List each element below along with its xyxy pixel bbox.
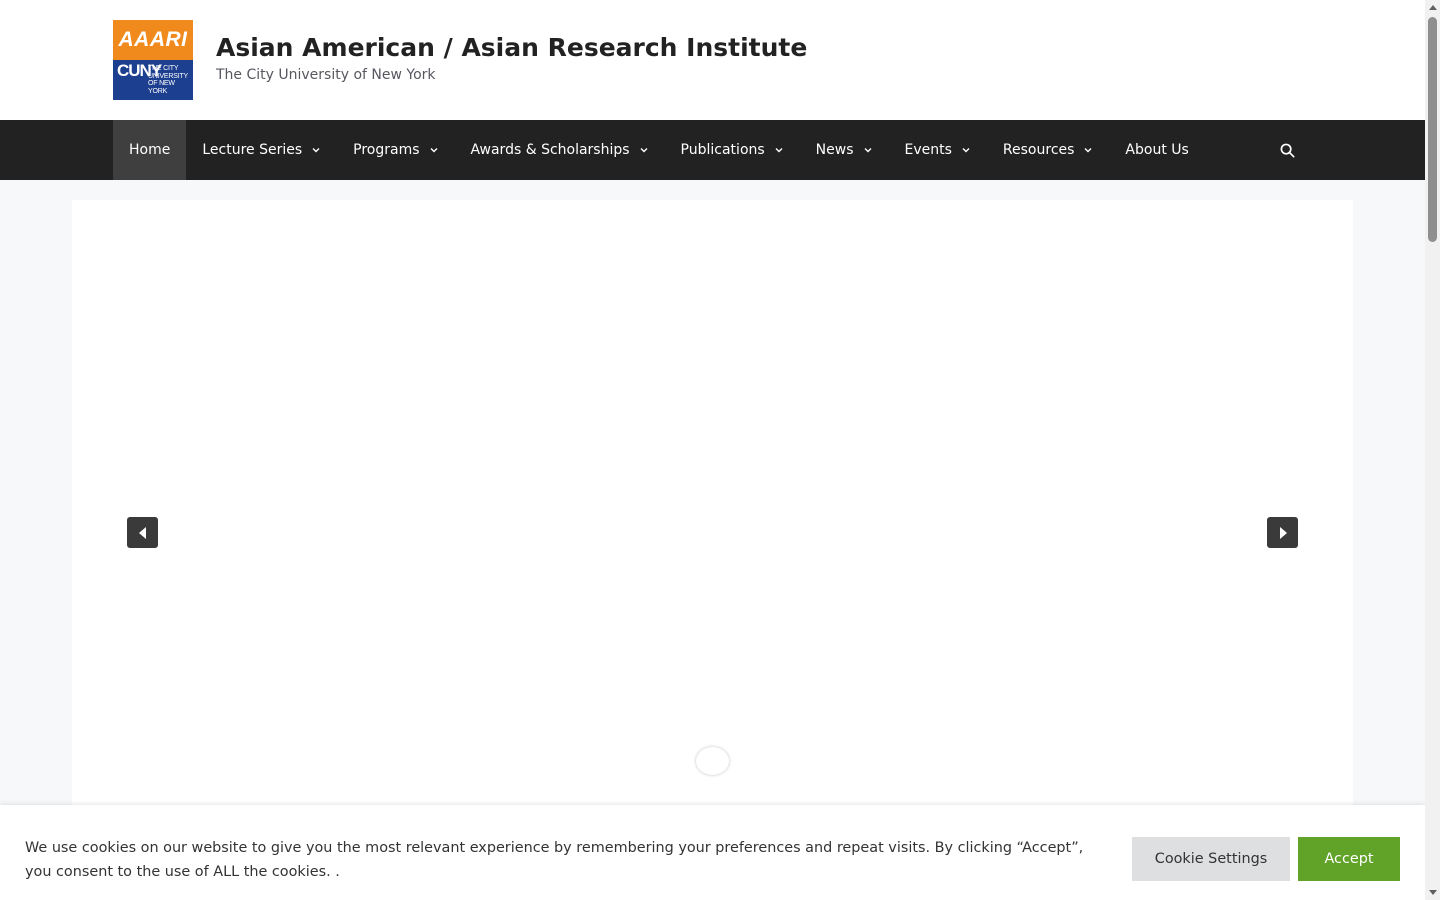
logo-cuny-block: CUNY THE CITY UNIVERSITY OF NEW YORK [113,60,193,100]
logo-small-text: THE CITY UNIVERSITY OF NEW YORK [148,65,188,95]
arrow-right-icon [1279,526,1287,539]
nav-item-label: Awards & Scholarships [470,142,630,158]
hero-slider [72,200,1353,840]
nav-item-label: Events [904,142,952,158]
chevron-down-icon [962,148,970,153]
chevron-down-icon [640,148,648,153]
slider-prev-button[interactable] [127,517,158,548]
logo-aaari-text: AAARI [113,20,193,60]
arrow-left-icon [138,526,146,539]
nav-item-home[interactable]: Home [113,120,187,180]
scroll-down-button[interactable] [1425,885,1440,900]
scroll-up-arrow-icon [1428,5,1437,10]
chevron-down-icon [775,148,783,153]
nav-item-label: Publications [680,142,765,158]
chevron-down-icon [1084,148,1092,153]
site-header: AAARI CUNY THE CITY UNIVERSITY OF NEW YO… [0,0,1425,120]
site-tagline: The City University of New York [216,67,436,83]
chevron-down-icon [864,148,872,153]
page-scrollbar[interactable] [1425,0,1440,900]
nav-item-label: Resources [1002,142,1075,158]
scroll-down-arrow-icon [1428,890,1437,895]
nav-item-label: Programs [353,142,420,158]
scroll-thumb[interactable] [1428,17,1437,242]
nav-item-resources[interactable]: Resources [987,120,1110,180]
chevron-down-icon [312,148,320,153]
cookie-consent-bar: We use cookies on our website to give yo… [0,805,1425,900]
nav-item-label: Lecture Series [202,142,303,158]
main-navigation: Home Lecture Series Programs Awards & Schol… [0,120,1425,180]
cookie-settings-button[interactable]: Cookie Settings [1132,837,1290,881]
chevron-down-icon [430,148,438,153]
site-logo[interactable]: AAARI CUNY THE CITY UNIVERSITY OF NEW YO… [113,20,193,100]
nav-item-awards-scholarships[interactable]: Awards & Scholarships [455,120,665,180]
nav-item-about-us[interactable]: About Us [1109,120,1204,180]
nav-menu: Home Lecture Series Programs Awards & Schol… [113,120,1205,180]
scroll-up-button[interactable] [1425,0,1440,15]
slider-dot[interactable] [696,747,729,775]
logo-cuny-text: CUNY [117,61,162,80]
nav-item-programs[interactable]: Programs [337,120,454,180]
page: AAARI CUNY THE CITY UNIVERSITY OF NEW YO… [0,0,1425,900]
cookie-accept-button[interactable]: Accept [1298,837,1400,881]
nav-item-label: About Us [1125,142,1189,158]
nav-item-events[interactable]: Events [889,120,987,180]
search-icon [1280,143,1295,158]
cookie-message: We use cookies on our website to give yo… [25,840,1084,880]
nav-item-publications[interactable]: Publications [665,120,800,180]
site-title[interactable]: Asian American / Asian Research Institut… [216,33,807,62]
slider-next-button[interactable] [1267,517,1298,548]
nav-item-label: Home [129,142,171,158]
search-button[interactable] [1270,120,1304,180]
nav-item-news[interactable]: News [800,120,889,180]
nav-item-label: News [815,142,854,158]
nav-item-lecture-series[interactable]: Lecture Series [186,120,337,180]
